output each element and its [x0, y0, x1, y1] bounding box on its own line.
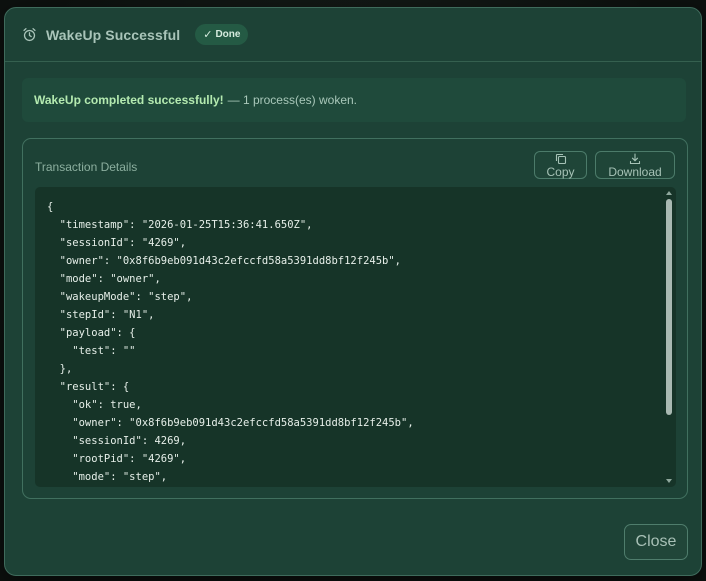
close-button[interactable]: Close — [624, 524, 688, 560]
download-button-label: Download — [608, 165, 662, 179]
alarm-clock-icon — [22, 27, 38, 43]
copy-button-label: Copy — [546, 165, 575, 179]
scrollbar-thumb[interactable] — [666, 199, 672, 415]
transaction-details-panel: Transaction Details Copy Download {"tim… — [22, 138, 688, 499]
transaction-json-text: { "timestamp": "2026-01-25T15:36:41.650Z… — [47, 201, 414, 483]
success-message-strong: WakeUp completed successfully! — [34, 93, 224, 107]
scroll-down-arrow-icon[interactable] — [666, 479, 672, 483]
status-badge: ✓ Done — [195, 24, 249, 45]
code-scrollbar[interactable] — [665, 187, 675, 487]
check-icon: ✓ — [203, 29, 213, 41]
status-badge-label: Done — [215, 29, 241, 40]
download-button[interactable]: Download — [595, 151, 675, 179]
dialog-title: WakeUp Successful — [46, 26, 181, 43]
transaction-json-viewer[interactable]: { "timestamp": "2026-01-25T15:36:41.650Z… — [35, 187, 676, 487]
transaction-details-title: Transaction Details — [35, 160, 138, 174]
success-message: WakeUp completed successfully! — 1 proce… — [22, 78, 686, 122]
copy-button[interactable]: Copy — [534, 151, 587, 179]
scroll-up-arrow-icon[interactable] — [666, 191, 672, 195]
wakeup-dialog: WakeUp Successful ✓ Done WakeUp complete… — [4, 7, 702, 576]
dialog-header: WakeUp Successful ✓ Done — [5, 8, 701, 62]
success-message-detail: — 1 process(es) woken. — [227, 93, 358, 107]
